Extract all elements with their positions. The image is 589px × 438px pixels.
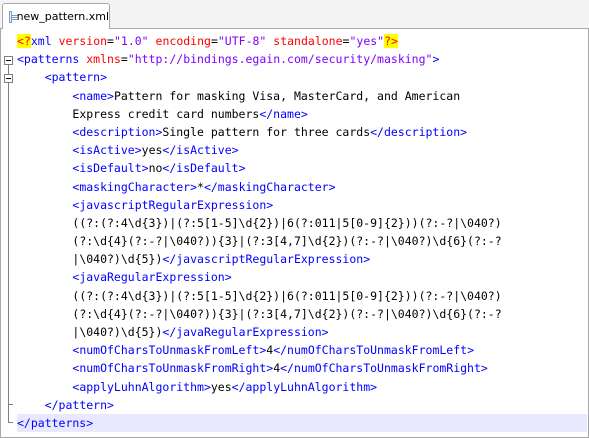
fold-end-patterns: [8, 422, 13, 423]
jsregex-text-2: (?:\d{4}(?:-?|\040?)){3}|(?:3[4,7]\d{2})…: [72, 234, 502, 249]
code-line-3: <pattern>: [17, 68, 587, 86]
tag-isdefault-open: <isDefault>: [72, 161, 149, 176]
code-line-7: <isActive>yes</isActive>: [17, 141, 587, 159]
fold-gutter: [3, 29, 15, 437]
xml-decl-name: xml: [30, 34, 52, 48]
name-text-2: Express credit card numbers: [72, 106, 260, 121]
tag-patterns-gt: >: [432, 52, 440, 67]
code-line-20: <applyLuhnAlgorithm>yes</applyLuhnAlgori…: [17, 378, 587, 396]
xml-decl-close: ?>: [384, 34, 398, 48]
tag-name-close: </name>: [259, 106, 308, 121]
tag-pattern-close: </pattern>: [44, 397, 114, 412]
attr-xmlns: xmlns: [86, 52, 121, 67]
tag-patterns-open: <patterns: [17, 52, 80, 67]
fold-end-pattern: [8, 404, 13, 405]
tag-description-close: </description>: [370, 124, 468, 139]
tag-jsregex-close: </javascriptRegularExpression>: [162, 252, 371, 267]
fold-toggle-patterns-icon[interactable]: [4, 56, 13, 65]
javaregex-text-1: ((?:(?:4\d{3})|(?:5[1-5]\d{2})|6(?:011|5…: [72, 288, 502, 303]
code-line-9: <maskingCharacter>*</maskingCharacter>: [17, 178, 587, 196]
description-text: Single pattern for three cards: [162, 124, 371, 139]
code-line-2: <patterns xmlns="http://bindings.egain.c…: [17, 52, 440, 67]
code-line-8: <isDefault>no</isDefault>: [17, 159, 587, 177]
isactive-text: yes: [141, 143, 163, 158]
name-text-1: Pattern for masking Visa, MasterCard, an…: [113, 88, 461, 103]
fold-toggle-pattern-icon[interactable]: [4, 74, 13, 83]
tag-patterns-close: </patterns>: [17, 415, 94, 430]
tag-pattern-open: <pattern>: [44, 70, 108, 85]
tag-numright-close: </numOfCharsToUnmaskFromRight>: [280, 361, 488, 376]
tag-maskingcharacter-close: </maskingCharacter>: [203, 179, 336, 194]
tag-numleft-close: </numOfCharsToUnmaskFromLeft>: [273, 343, 474, 358]
tag-luhn-open: <applyLuhnAlgorithm>: [72, 379, 211, 394]
tag-jsregex-open: <javascriptRegularExpression>: [72, 197, 274, 212]
attr-xmlns-value: "http://bindings.egain.com/security/mask…: [127, 52, 433, 67]
tab-new-pattern-xml[interactable]: new_pattern.xml: [2, 3, 110, 29]
code-line-10: <javascriptRegularExpression>: [17, 196, 587, 214]
maskingcharacter-text: *: [197, 179, 204, 194]
jsregex-text-1: ((?:(?:4\d{3})|(?:5[1-5]\d{2})|6(?:011|5…: [72, 215, 502, 230]
attr-encoding: encoding: [155, 34, 211, 48]
code-line-21: </pattern>: [17, 396, 587, 414]
tag-numright-open: <numOfCharsToUnmaskFromRight>: [72, 361, 274, 376]
tab-label: new_pattern.xml: [16, 10, 109, 23]
tag-javaregex-close: </javaRegularExpression>: [162, 325, 329, 339]
code-line-4: <name>Pattern for masking Visa, MasterCa…: [17, 87, 587, 105]
code-line-6: <description>Single pattern for three ca…: [17, 123, 587, 141]
fold-guide-pattern: [8, 83, 9, 405]
tag-numleft-open: <numOfCharsToUnmaskFromLeft>: [72, 343, 267, 358]
tab-bar: new_pattern.xml: [0, 0, 589, 29]
javaregex-text-3: |\040?)\d{5}): [72, 325, 163, 339]
luhn-text: yes: [210, 379, 232, 394]
tag-isdefault-close: </isDefault>: [162, 161, 246, 176]
tag-name-open: <name>: [72, 88, 114, 103]
code-line-19: <numOfCharsToUnmaskFromRight>4</numOfCha…: [17, 359, 587, 377]
attr-standalone-value: "yes": [349, 34, 385, 48]
tag-luhn-close: </applyLuhnAlgorithm>: [231, 379, 378, 394]
code-line-17: |\040?)\d{5})</javaRegularExpression>: [17, 323, 587, 341]
xml-file-icon: [9, 10, 17, 23]
attr-version-value: "1.0": [113, 34, 149, 48]
code-editor[interactable]: <?xml version="1.0" encoding="UTF-8" sta…: [0, 29, 589, 438]
code-line-5: Express credit card numbers</name>: [17, 105, 587, 123]
code-line-13: |\040?)\d{5})</javascriptRegularExpressi…: [17, 250, 587, 268]
attr-encoding-value: "UTF-8": [217, 34, 267, 48]
jsregex-text-3: |\040?)\d{5}): [72, 252, 163, 267]
isdefault-text: no: [148, 161, 163, 176]
javaregex-text-2: (?:\d{4}(?:-?|\040?)){3}|(?:3[4,7]\d{2})…: [72, 306, 502, 321]
code-line-11: ((?:(?:4\d{3})|(?:5[1-5]\d{2})|6(?:011|5…: [17, 214, 587, 232]
xml-decl-open: <?: [17, 34, 31, 48]
code-line-15: ((?:(?:4\d{3})|(?:5[1-5]\d{2})|6(?:011|5…: [17, 287, 587, 305]
tag-description-open: <description>: [72, 124, 163, 139]
tag-isactive-close: </isActive>: [162, 143, 239, 158]
attr-version: version: [58, 34, 108, 48]
tag-isactive-open: <isActive>: [72, 143, 142, 158]
editor-window: new_pattern.xml <?xml version="1.0" enco…: [0, 0, 589, 438]
code-line-22-current[interactable]: </patterns>: [17, 413, 587, 433]
tag-javaregex-open: <javaRegularExpression>: [72, 270, 232, 285]
code-line-12: (?:\d{4}(?:-?|\040?)){3}|(?:3[4,7]\d{2})…: [17, 232, 587, 250]
tag-maskingcharacter-open: <maskingCharacter>: [72, 179, 198, 194]
code-line-14: <javaRegularExpression>: [17, 268, 587, 286]
attr-standalone: standalone: [273, 34, 343, 48]
code-line-1: <?xml version="1.0" encoding="UTF-8" sta…: [17, 34, 398, 48]
code-line-16: (?:\d{4}(?:-?|\040?)){3}|(?:3[4,7]\d{2})…: [17, 305, 587, 323]
code-line-18: <numOfCharsToUnmaskFromLeft>4</numOfChar…: [17, 341, 587, 359]
code-lines: <?xml version="1.0" encoding="UTF-8" sta…: [17, 32, 587, 433]
